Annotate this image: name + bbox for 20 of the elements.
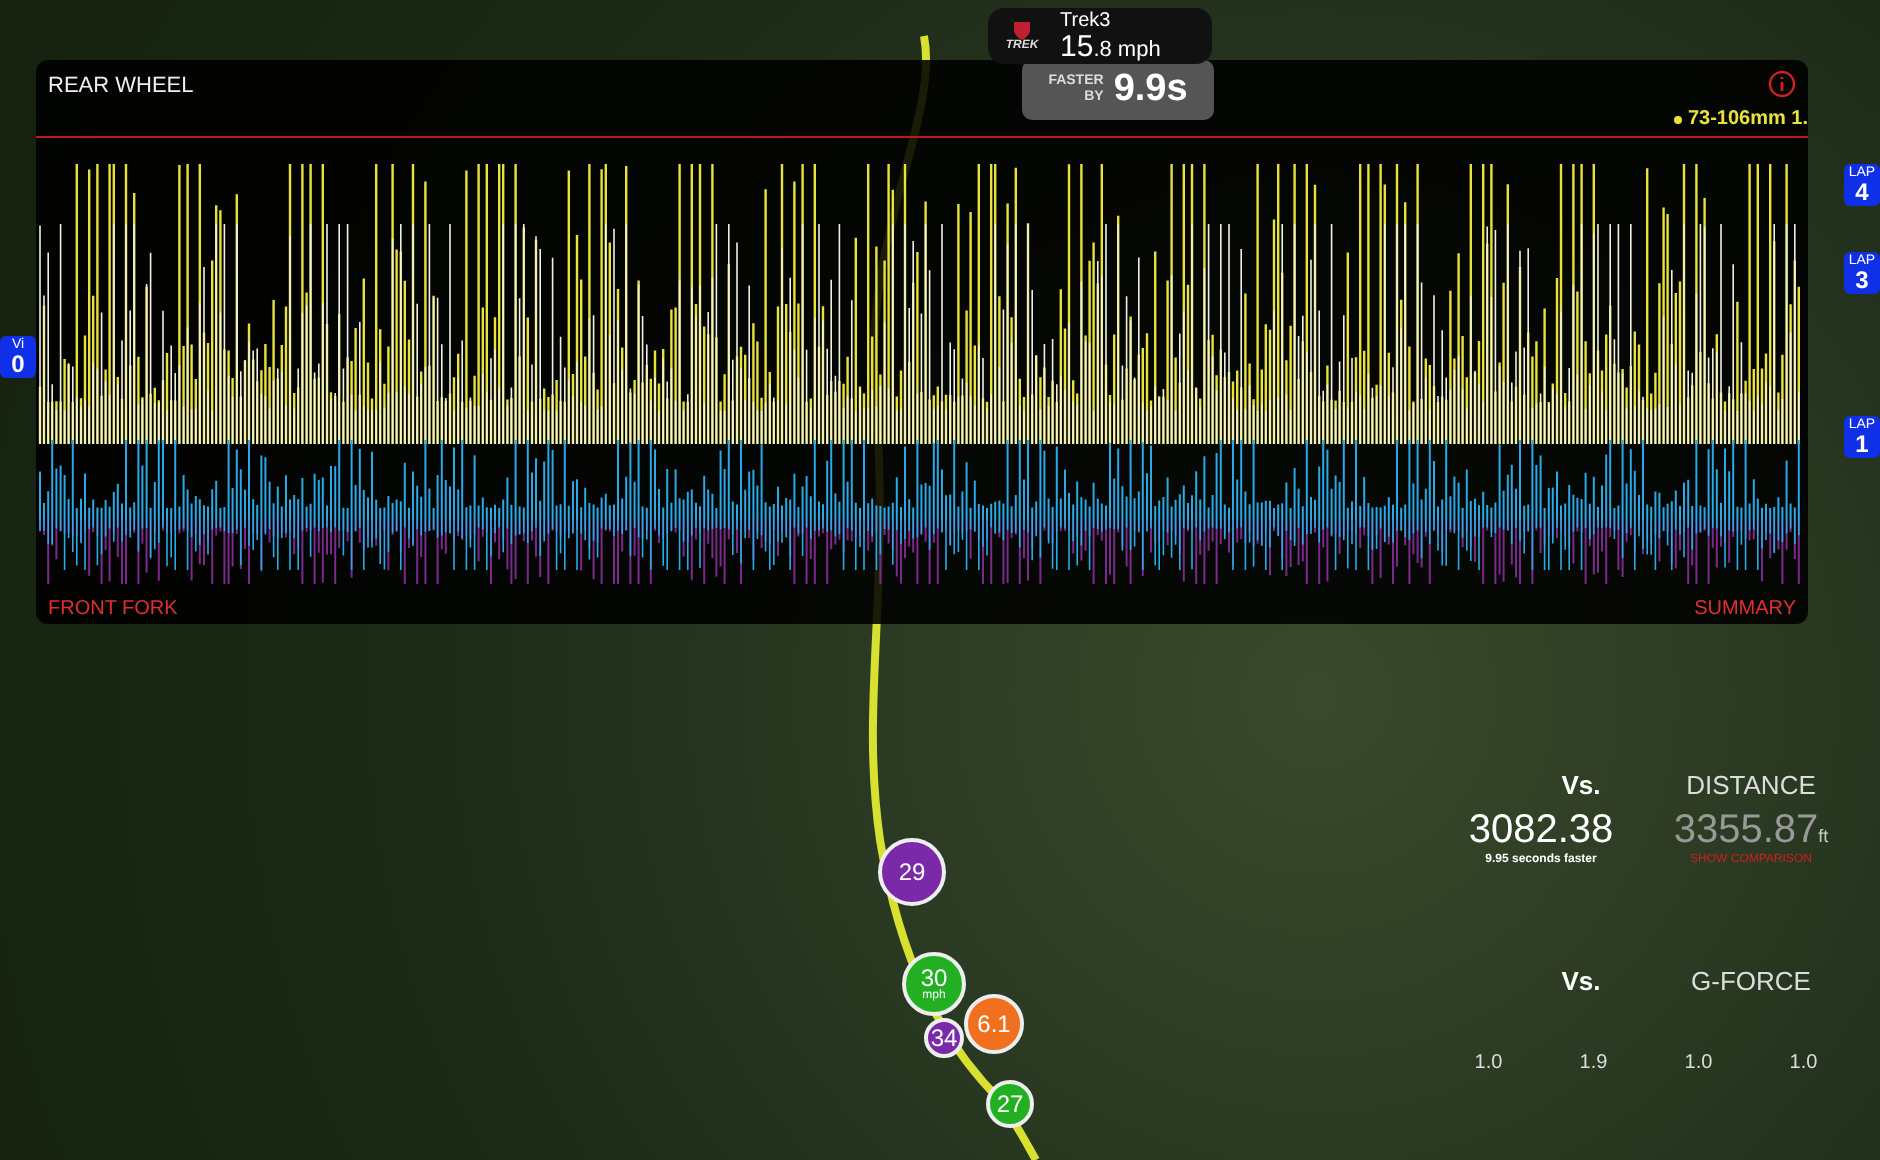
g-force-value: 1.9 bbox=[1579, 1052, 1608, 1074]
vs-label: Vs. bbox=[1559, 966, 1603, 996]
front-fork-label: FRONT FORK bbox=[48, 598, 178, 620]
g-force-value: 1.0 bbox=[1474, 1052, 1503, 1074]
info-icon[interactable] bbox=[1768, 70, 1796, 98]
shield-icon bbox=[1012, 20, 1032, 40]
stat-title: DISTANCE bbox=[1684, 770, 1818, 800]
vs-label: Vs. bbox=[1559, 770, 1603, 800]
speed-readout: 15.8 mph bbox=[1060, 31, 1161, 61]
stat-title: G-FORCE bbox=[1689, 966, 1813, 996]
rider-name: Trek3 bbox=[1060, 11, 1113, 31]
comparison-value: 3355.87ft bbox=[1673, 808, 1829, 853]
legend-dot bbox=[1673, 115, 1682, 123]
panel-title: REAR WHEEL bbox=[48, 74, 194, 98]
g-force-value: 1.0 bbox=[1684, 1052, 1713, 1074]
g-force-value: 1.0 bbox=[1789, 1052, 1818, 1074]
distance-value: 3082.38 bbox=[1468, 808, 1614, 853]
legend-label: 73-106mm 1. bbox=[1687, 108, 1808, 130]
summary-link[interactable]: SUMMARY bbox=[1694, 598, 1796, 620]
gap-value: 9.9s bbox=[1113, 68, 1188, 112]
